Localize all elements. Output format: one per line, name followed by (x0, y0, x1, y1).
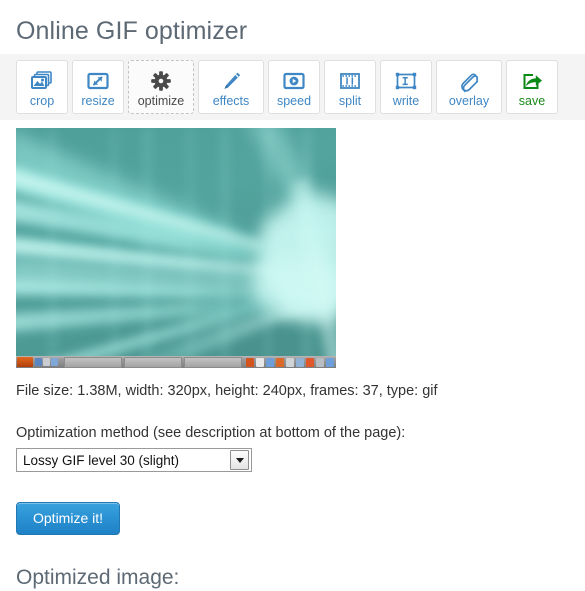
paperclip-icon (456, 69, 482, 93)
tool-button-resize[interactable]: resize (72, 60, 124, 114)
tool-label-overlay: overlay (448, 93, 490, 108)
taskbar-window-buttons (64, 356, 242, 368)
file-info-text: File size: 1.38M, width: 320px, height: … (16, 383, 438, 399)
gif-preview[interactable] (16, 128, 336, 368)
tool-label-optimize: optimize (137, 93, 185, 108)
chevron-down-icon[interactable] (230, 450, 249, 470)
start-button-icon (17, 357, 33, 367)
share-export-icon (519, 69, 545, 93)
gif-preview-frame (16, 128, 336, 368)
tool-label-write: write (392, 93, 420, 108)
optimized-image-title: Optimized image: (16, 566, 180, 589)
tool-button-optimize[interactable]: optimize (128, 60, 194, 114)
film-strip-icon (337, 69, 363, 93)
optimization-method-value: Lossy GIF level 30 (slight) (23, 452, 180, 468)
optimization-method-row: Lossy GIF level 30 (slight) (16, 448, 585, 472)
tool-label-save: save (518, 93, 546, 108)
page-title: Online GIF optimizer (16, 17, 248, 45)
tool-button-crop[interactable]: crop (16, 60, 68, 114)
text-frame-icon (393, 69, 419, 93)
optimization-method-label: Optimization method (see description at … (16, 425, 406, 441)
tool-label-split: split (338, 93, 362, 108)
tool-button-write[interactable]: write (380, 60, 432, 114)
optimize-it-button[interactable]: Optimize it! (16, 502, 121, 535)
tool-button-overlay[interactable]: overlay (436, 60, 502, 114)
tool-button-effects[interactable]: effects (198, 60, 264, 114)
tool-label-speed: speed (276, 93, 312, 108)
resize-arrow-icon (85, 69, 111, 93)
tool-label-resize: resize (81, 93, 115, 108)
tool-button-save[interactable]: save (506, 60, 558, 114)
tool-label-crop: crop (29, 93, 55, 108)
gear-icon (148, 69, 174, 93)
tool-button-split[interactable]: split (324, 60, 376, 114)
optimization-method-select[interactable]: Lossy GIF level 30 (slight) (16, 448, 252, 472)
windows-taskbar (16, 356, 336, 368)
crop-images-icon (29, 69, 55, 93)
system-tray-icons (246, 357, 334, 367)
quick-launch-icons (35, 358, 58, 366)
editor-toolbar: crop resize optimize effects speed split… (0, 54, 585, 120)
tool-label-effects: effects (212, 93, 250, 108)
play-screen-icon (281, 69, 307, 93)
tool-button-speed[interactable]: speed (268, 60, 320, 114)
pencil-icon (218, 69, 244, 93)
